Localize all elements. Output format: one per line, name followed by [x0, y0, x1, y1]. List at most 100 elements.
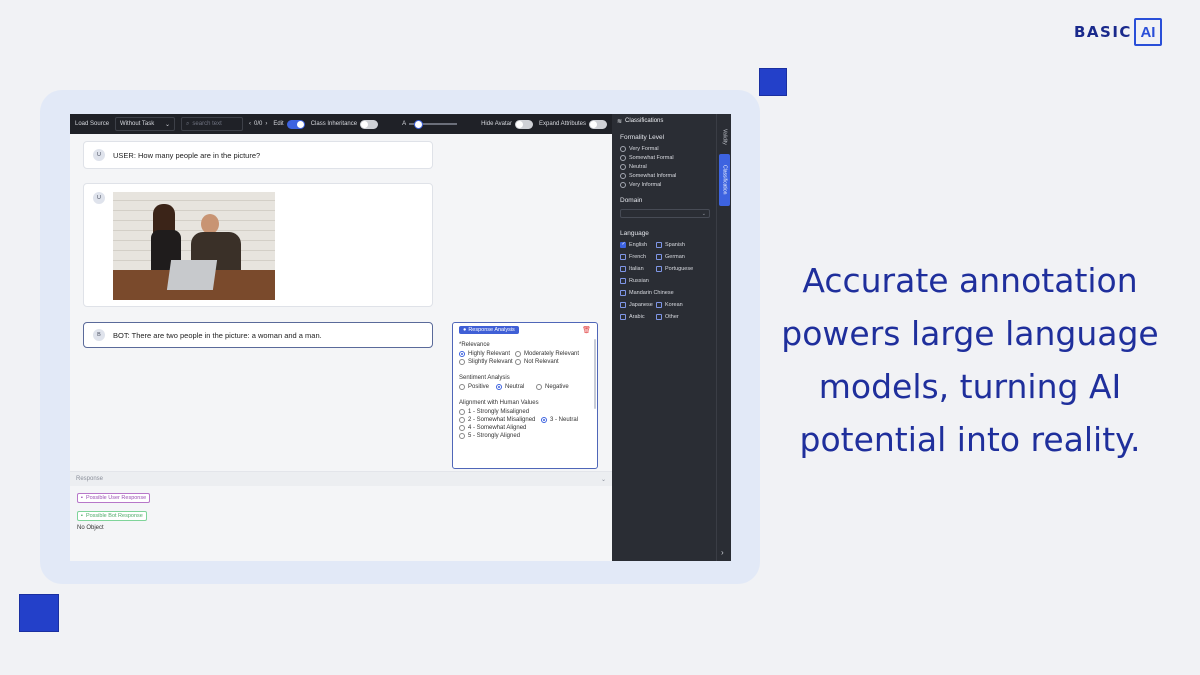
checkbox: [620, 266, 626, 272]
relevance-option[interactable]: Not Relevant: [515, 359, 595, 365]
user-icon: ●: [463, 327, 467, 333]
option-label: Negative: [545, 384, 569, 390]
formality-option[interactable]: Somewhat Formal: [620, 155, 708, 161]
option-label: Not Relevant: [524, 359, 559, 365]
alignment-option[interactable]: 3 - Neutral: [541, 417, 595, 423]
language-option[interactable]: Korean: [656, 302, 702, 308]
font-size-slider[interactable]: [409, 120, 458, 129]
language-label: Language: [620, 230, 649, 237]
sentiment-option[interactable]: Negative: [536, 384, 576, 390]
brand-name: BASIC: [1074, 23, 1132, 41]
option-label: Slightly Relevant: [468, 359, 513, 365]
formality-option[interactable]: Very Informal: [620, 182, 708, 188]
alignment-option[interactable]: 1 - Strongly Misaligned: [459, 409, 541, 415]
radio: [459, 417, 465, 423]
image-message[interactable]: U: [83, 183, 433, 307]
option-label: Portuguese: [665, 266, 694, 272]
option-label: 5 - Strongly Aligned: [468, 433, 521, 439]
search-input[interactable]: ⌕ search text: [181, 117, 244, 131]
tab-classification[interactable]: Classification: [719, 154, 730, 206]
language-option[interactable]: English: [620, 241, 656, 248]
chevron-down-icon[interactable]: ⌄: [601, 476, 606, 483]
radio: [459, 409, 465, 415]
option-label: 2 - Somewhat Misaligned: [468, 417, 536, 423]
class-inheritance-toggle[interactable]: [360, 119, 379, 129]
alignment-option-empty: [541, 409, 595, 415]
bot-message[interactable]: B BOT: There are two people in the pictu…: [83, 322, 433, 348]
font-size-icon: A: [402, 121, 407, 127]
language-option[interactable]: Mandarin Chinese: [620, 290, 702, 296]
language-option[interactable]: Japanese: [620, 302, 656, 308]
panel-scrollbar[interactable]: [594, 339, 596, 409]
radio: [620, 155, 626, 161]
checkbox: [620, 302, 626, 308]
load-source-select[interactable]: Without Task ⌄: [115, 117, 176, 131]
sentiment-question: Sentiment Analysis: [459, 375, 510, 381]
alignment-option-empty: [541, 425, 595, 431]
headline-line: models, turning AI: [818, 367, 1122, 406]
radio: [515, 351, 521, 357]
domain-section: Domain ⌄: [612, 197, 716, 218]
trash-icon[interactable]: 🗑: [582, 326, 591, 334]
sentiment-option[interactable]: Neutral: [496, 384, 536, 390]
response-analysis-tag[interactable]: ● Response Analysis: [459, 326, 519, 334]
formality-option[interactable]: Somewhat Informal: [620, 173, 708, 179]
formality-option[interactable]: Neutral: [620, 164, 708, 170]
headline-line: powers large language: [781, 314, 1159, 353]
option-label: Russian: [629, 278, 649, 284]
alignment-option[interactable]: 2 - Somewhat Misaligned: [459, 417, 541, 423]
language-option[interactable]: French: [620, 254, 656, 260]
language-option[interactable]: Portuguese: [656, 266, 702, 272]
avatar: U: [93, 192, 105, 204]
possible-bot-response-tag[interactable]: ▪ Possible Bot Response: [77, 511, 147, 521]
alignment-option[interactable]: 5 - Strongly Aligned: [459, 433, 541, 439]
option-label: Somewhat Informal: [629, 173, 677, 179]
formality-section: Formality Level Very Formal Somewhat For…: [612, 134, 716, 188]
relevance-option[interactable]: Slightly Relevant: [459, 359, 515, 365]
user-message[interactable]: U USER: How many people are in the pictu…: [83, 141, 433, 169]
load-source-label: Load Source: [75, 121, 110, 127]
pager-count: 0/0: [254, 121, 263, 127]
option-label: Japanese: [629, 302, 653, 308]
response-analysis-panel: ● Response Analysis 🗑 *Relevance Highly …: [452, 322, 598, 469]
language-option[interactable]: Other: [656, 314, 702, 320]
next-page-icon[interactable]: ›: [265, 121, 267, 127]
checkbox: [656, 302, 662, 308]
domain-label: Domain: [620, 197, 643, 204]
language-option[interactable]: Spanish: [656, 242, 702, 248]
radio-selected: [496, 384, 502, 390]
expand-attributes-label: Expand Attributes: [538, 121, 587, 127]
language-option[interactable]: Italian: [620, 266, 656, 272]
hide-avatar-toggle[interactable]: [514, 119, 533, 129]
alignment-option[interactable]: 4 - Somewhat Aligned: [459, 425, 541, 431]
checkbox: [620, 290, 626, 296]
response-panel-header[interactable]: Response ⌄: [70, 472, 612, 486]
language-option[interactable]: Arabic: [620, 314, 656, 320]
relevance-option[interactable]: Highly Relevant: [459, 351, 515, 357]
radio: [459, 433, 465, 439]
tab-validity[interactable]: Validity: [719, 122, 730, 152]
checkbox: [656, 254, 662, 260]
relevance-option[interactable]: Moderately Relevant: [515, 351, 595, 357]
domain-select[interactable]: ⌄: [620, 209, 710, 218]
office-photo[interactable]: [113, 192, 275, 300]
expand-attributes-toggle[interactable]: [589, 119, 608, 129]
option-label: English: [629, 242, 648, 248]
option-label: Very Formal: [629, 146, 659, 152]
layers-icon: ≋: [617, 118, 623, 125]
possible-user-response-tag[interactable]: ▪ Possible User Response: [77, 493, 151, 503]
option-label: French: [629, 254, 647, 260]
formality-option[interactable]: Very Formal: [620, 146, 708, 152]
language-option[interactable]: Russian: [620, 278, 702, 284]
option-label: Moderately Relevant: [524, 351, 580, 357]
checkbox: [656, 266, 662, 272]
sentiment-option[interactable]: Positive: [459, 384, 496, 390]
language-option[interactable]: German: [656, 254, 702, 260]
headline-line: Accurate annotation: [802, 261, 1138, 300]
headline-line: potential into reality.: [799, 420, 1141, 459]
radio: [459, 384, 465, 390]
edit-toggle[interactable]: [286, 119, 305, 129]
chevron-right-icon[interactable]: ›: [721, 548, 724, 557]
radio: [536, 384, 542, 390]
prev-page-icon[interactable]: ‹: [249, 121, 251, 127]
